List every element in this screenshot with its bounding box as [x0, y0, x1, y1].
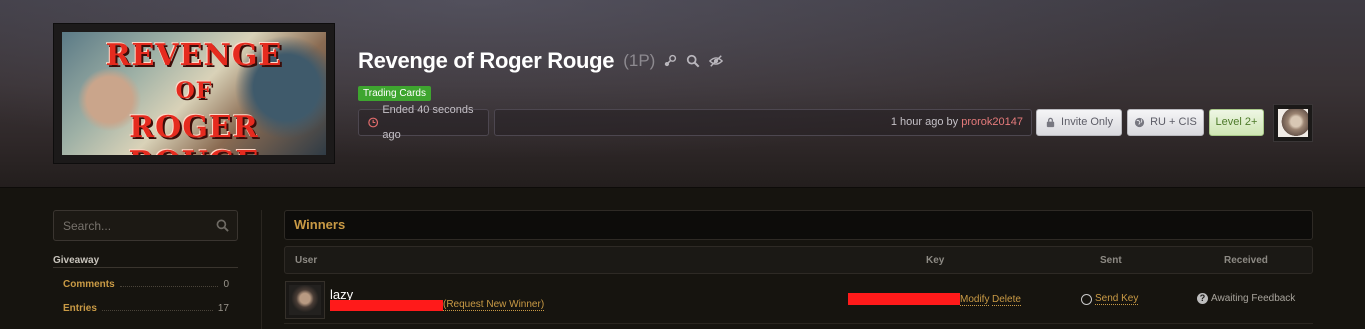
clock-icon	[368, 117, 379, 128]
dotted-leader	[101, 310, 213, 311]
column-divider	[261, 210, 262, 329]
divider	[53, 267, 238, 268]
sidebar-item-count: 17	[217, 303, 229, 314]
send-key-label: Send Key	[1095, 293, 1139, 305]
hide-icon[interactable]	[708, 53, 724, 69]
created-ago: 1 hour ago by	[890, 116, 962, 128]
delete-label: Delete	[992, 294, 1021, 306]
modify-label: Modify	[960, 294, 990, 306]
column-user: User	[295, 255, 318, 266]
game-capsule-image[interactable]: REVENGE OF ROGER ROUGE	[53, 23, 335, 164]
art-title-line-1: REVENGE	[105, 38, 283, 73]
redacted-text	[330, 300, 443, 311]
sidebar-search	[53, 210, 238, 241]
art-title-line-2: OF	[175, 78, 213, 104]
delete-key-link[interactable]: Delete	[992, 294, 1021, 306]
art-title-line-3: ROGER ROUGE	[129, 110, 259, 155]
question-icon: ?	[1197, 293, 1208, 304]
received-status-label: Awaiting Feedback	[1211, 293, 1296, 304]
winners-heading: Winners	[284, 210, 1313, 240]
column-key: Key	[926, 255, 945, 266]
creator-link[interactable]: prorok20147	[961, 116, 1023, 128]
created-info: 1 hour ago by prorok20147	[494, 109, 1032, 136]
ended-time: Ended 40 seconds ago	[358, 104, 489, 141]
search-icon[interactable]	[685, 53, 701, 69]
modify-key-link[interactable]: Modify	[960, 294, 990, 306]
sidebar-item-entries[interactable]: Entries 17	[63, 300, 229, 314]
lock-icon	[1046, 117, 1055, 128]
sidebar-item-label: Entries	[63, 303, 97, 314]
game-title: Revenge of Roger Rouge	[358, 48, 615, 73]
dotted-leader	[119, 286, 219, 287]
steam-icon[interactable]	[662, 53, 678, 69]
globe-icon	[1135, 117, 1145, 128]
row-divider	[284, 323, 1313, 324]
column-received: Received	[1224, 255, 1268, 266]
winner-avatar-image	[289, 285, 321, 315]
ended-label: Ended 40 seconds ago	[382, 103, 474, 141]
sidebar-item-count: 0	[223, 279, 229, 290]
copies-count: (1P)	[623, 51, 656, 70]
level-requirement-button[interactable]: Level 2+	[1209, 109, 1264, 136]
creator-avatar[interactable]	[1273, 104, 1313, 142]
search-input[interactable]	[54, 211, 204, 240]
search-icon[interactable]	[216, 219, 229, 232]
received-status: ? Awaiting Feedback	[1197, 293, 1295, 304]
request-new-winner-label: (Request New Winner)	[443, 299, 545, 311]
winner-avatar[interactable]	[285, 281, 325, 319]
creator-avatar-image	[1278, 109, 1308, 137]
game-art: REVENGE OF ROGER ROUGE	[62, 32, 326, 155]
giveaway-header: REVENGE OF ROGER ROUGE Revenge of Roger …	[0, 0, 1365, 188]
region-restricted-button[interactable]: RU + CIS	[1127, 109, 1204, 136]
request-new-winner-link[interactable]: (Request New Winner)	[443, 299, 545, 311]
region-label: RU + CIS	[1150, 116, 1197, 128]
send-key-toggle[interactable]: Send Key	[1081, 293, 1139, 305]
level-label: Level 2+	[1215, 116, 1258, 128]
invite-only-label: Invite Only	[1061, 116, 1113, 128]
title-row: Revenge of Roger Rouge (1P)	[358, 46, 724, 76]
column-sent: Sent	[1100, 255, 1122, 266]
redacted-key	[848, 293, 960, 305]
sidebar-section-giveaway: Giveaway	[53, 255, 100, 266]
circle-icon	[1081, 293, 1092, 305]
invite-only-button[interactable]: Invite Only	[1036, 109, 1122, 136]
sidebar-item-comments[interactable]: Comments 0	[63, 276, 229, 290]
winners-table-header: User Key Sent Received	[284, 246, 1313, 274]
sidebar-item-label: Comments	[63, 279, 115, 290]
